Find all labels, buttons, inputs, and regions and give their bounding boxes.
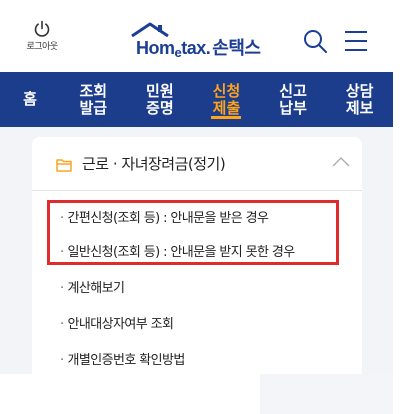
- list-item-eligibility-check[interactable]: · 안내대상자여부 조회: [60, 313, 174, 332]
- logo-text: Hometax. 손택스: [136, 38, 261, 60]
- list-item-calculator[interactable]: · 계산해보기: [60, 277, 125, 296]
- nav-item-application[interactable]: 신청 제출: [193, 72, 260, 127]
- list-item-general-apply[interactable]: · 일반신청(조회 등) : 안내문을 받지 못한 경우: [60, 241, 295, 260]
- power-icon: [34, 20, 50, 37]
- hometax-logo[interactable]: Hometax. 손택스: [130, 22, 290, 60]
- nav-item-certificate[interactable]: 민원 증명: [127, 72, 194, 127]
- list-item-simple-apply[interactable]: · 간편신청(조회 등) : 안내문을 받은 경우: [60, 207, 269, 226]
- mobile-screen: 로그아웃 Hometax. 손택스 홈 조회 발급 민원 증명 신청 제출 신고…: [0, 0, 393, 414]
- logout-label: 로그아웃: [26, 42, 58, 52]
- section-header[interactable]: 근로 · 자녀장려금(정기): [32, 137, 362, 191]
- search-button[interactable]: [302, 28, 328, 54]
- hamburger-menu-icon: [345, 31, 367, 51]
- app-header: 로그아웃 Hometax. 손택스: [0, 0, 393, 72]
- list-item-auth-number[interactable]: · 개별인증번호 확인방법: [60, 349, 185, 368]
- chevron-up-icon[interactable]: [332, 157, 350, 167]
- nav-item-inquiry[interactable]: 조회 발급: [60, 72, 127, 127]
- nav-item-consult[interactable]: 상담 제보: [326, 72, 393, 127]
- background-strip: [260, 374, 393, 414]
- folder-icon: [56, 159, 72, 172]
- section-title: 근로 · 자녀장려금(정기): [82, 155, 226, 173]
- menu-button[interactable]: [343, 29, 369, 53]
- search-icon: [304, 30, 327, 53]
- content-area: 근로 · 자녀장려금(정기) · 간편신청(조회 등) : 안내문을 받은 경우 …: [0, 127, 393, 374]
- main-nav: 홈 조회 발급 민원 증명 신청 제출 신고 납부 상담 제보: [0, 72, 393, 127]
- logout-button[interactable]: 로그아웃: [22, 20, 62, 52]
- nav-item-home[interactable]: 홈: [0, 72, 60, 127]
- section-card: 근로 · 자녀장려금(정기) · 간편신청(조회 등) : 안내문을 받은 경우 …: [32, 137, 362, 374]
- nav-item-filing[interactable]: 신고 납부: [260, 72, 327, 127]
